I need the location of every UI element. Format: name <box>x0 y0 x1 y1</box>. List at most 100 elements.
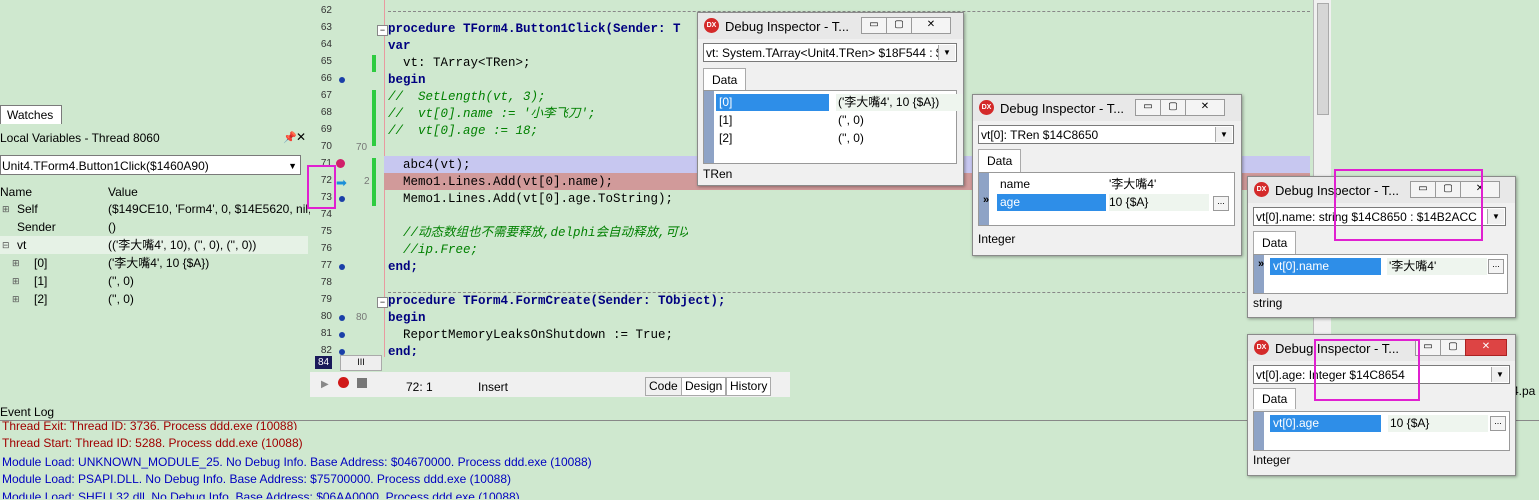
grid-value: ('李大嘴4', 10 {$A}) <box>836 94 963 111</box>
tab-design[interactable]: Design <box>681 377 727 396</box>
breakpoint-dot-icon[interactable] <box>339 264 345 270</box>
code-line[interactable]: procedure TForm4.Button1Click(Sender: T <box>388 21 681 38</box>
code-line[interactable]: vt: TArray<TRen>; <box>388 55 531 72</box>
var-value: ('', 0) <box>108 292 134 306</box>
local-variables-title: Local Variables - Thread 8060 <box>0 131 160 145</box>
minimize-button[interactable]: ▭ <box>861 17 887 34</box>
local-var-row[interactable]: ⊞ [0] ('李大嘴4', 10 {$A}) <box>0 254 308 272</box>
scrollbar-thumb[interactable] <box>1317 3 1329 115</box>
breakpoint-icon[interactable] <box>336 159 345 168</box>
maximize-button[interactable]: ▢ <box>1160 99 1186 116</box>
grid-row[interactable]: name '李大嘴4' <box>997 176 1232 193</box>
expression-value: vt: System.TArray<Unit4.TRen> $18F544 : … <box>706 46 950 60</box>
grid-row[interactable]: [1] ('', 0) <box>716 112 954 129</box>
tree-expand-icon[interactable]: ⊞ <box>12 290 20 308</box>
inspector-grid[interactable]: vt[0].age 10 {$A}... <box>1253 411 1510 451</box>
tree-expand-icon[interactable]: ⊞ <box>2 200 10 218</box>
code-line[interactable]: Memo1.Lines.Add(vt[0].name); <box>388 174 613 191</box>
tab-data[interactable]: Data <box>1253 231 1297 254</box>
fold-toggle-icon[interactable]: − <box>377 25 388 36</box>
tab-watches[interactable]: Watches <box>0 105 62 124</box>
ellipsis-button[interactable]: ... <box>1490 416 1506 431</box>
code-line[interactable]: // vt[0].name := '小李飞刀'; <box>388 106 596 123</box>
column-value-header[interactable]: Value <box>108 185 138 199</box>
code-line[interactable]: // SetLength(vt, 3); <box>388 89 546 106</box>
local-var-row[interactable]: ⊞ [1] ('', 0) <box>0 272 308 290</box>
local-var-row[interactable]: ⊞ Self ($149CE10, 'Form4', 0, $14E5620, ni… <box>0 200 321 218</box>
tab-code[interactable]: Code <box>645 377 682 396</box>
code-line[interactable]: Memo1.Lines.Add(vt[0].age.ToString); <box>388 191 673 208</box>
record-icon[interactable] <box>338 377 349 388</box>
inspector-grid[interactable]: [0] ('李大嘴4', 10 {$A}) [1] ('', 0) [2] ('', … <box>703 90 963 164</box>
code-line[interactable]: procedure TForm4.FormCreate(Sender: TObj… <box>388 293 726 310</box>
code-line[interactable]: // vt[0].age := 18; <box>388 123 538 140</box>
line-number: 76 <box>320 243 332 254</box>
local-var-row[interactable]: ⊞ [2] ('', 0) <box>0 290 308 308</box>
local-var-row[interactable]: ⊟ vt (('李大嘴4', 10), ('', 0), ('', 0)) <box>0 236 308 254</box>
code-line[interactable]: ReportMemoryLeaksOnShutdown := True; <box>388 327 673 344</box>
inspector-grid[interactable]: name '李大嘴4' age 10 {$A}... » <box>978 172 1235 226</box>
inspector-type-status: Integer <box>1253 453 1291 467</box>
tree-collapse-icon[interactable]: ⊟ <box>2 236 10 254</box>
tree-expand-icon[interactable]: ⊞ <box>12 272 20 290</box>
cursor-position: 72: 1 <box>406 380 433 394</box>
stack-frame-select[interactable]: Unit4.TForm4.Button1Click($1460A90) ▼ <box>0 155 301 175</box>
grid-row[interactable]: vt[0].age 10 {$A}... <box>1270 415 1507 432</box>
ellipsis-button[interactable]: ... <box>1213 196 1229 211</box>
tree-expand-icon[interactable]: ⊞ <box>12 254 20 272</box>
grid-row[interactable]: [0] ('李大嘴4', 10 {$A}) <box>716 94 963 111</box>
close-button[interactable]: ✕ <box>1465 339 1507 356</box>
chevron-down-icon[interactable]: ▼ <box>1487 209 1504 224</box>
code-line[interactable]: end; <box>388 259 418 276</box>
fold-toggle-icon[interactable]: − <box>377 297 388 308</box>
grid-row[interactable]: age 10 {$A}... <box>997 194 1232 211</box>
grid-value: ('', 0) <box>838 131 864 145</box>
play-icon[interactable]: ▶ <box>321 379 329 390</box>
event-log-line: Module Load: SHELL32.dll. No Debug Info.… <box>2 490 520 499</box>
inspector-expression-combo[interactable]: vt: System.TArray<Unit4.TRen> $18F544 : … <box>703 43 957 62</box>
code-line[interactable]: var <box>388 38 411 55</box>
breakpoint-dot-icon[interactable] <box>339 196 345 202</box>
window-titlebar[interactable]: DX Debug Inspector - T... ▭ ▢ ✕ <box>698 13 963 39</box>
tab-data[interactable]: Data <box>1253 388 1297 409</box>
breakpoint-dot-icon[interactable] <box>339 77 345 83</box>
tab-history[interactable]: History <box>726 377 772 396</box>
highlight-annotation-box <box>1334 169 1483 241</box>
pin-icon[interactable]: 📌 <box>283 131 297 144</box>
grid-row[interactable]: vt[0].name '李大嘴4'... <box>1270 258 1505 275</box>
code-line[interactable]: //动态数组也不需要释放,delphi会自动释放,可以看下面的汇编截图,与接口的… <box>388 225 688 242</box>
tab-data[interactable]: Data <box>978 149 1022 172</box>
breakpoint-dot-icon[interactable] <box>339 315 345 321</box>
code-line[interactable]: //ip.Free; <box>388 242 478 259</box>
local-var-row[interactable]: Sender () <box>0 218 308 236</box>
window-titlebar[interactable]: DX Debug Inspector - T... ▭ ▢ ✕ <box>973 95 1241 121</box>
chevron-down-icon[interactable]: ▼ <box>1215 127 1232 142</box>
ellipsis-button[interactable]: ... <box>1488 259 1504 274</box>
code-line[interactable]: abc4(vt); <box>388 157 471 174</box>
var-name: Self <box>17 202 38 216</box>
stop-icon[interactable] <box>357 378 367 388</box>
debug-inspector-window[interactable]: DX Debug Inspector - T... ▭ ▢ ✕ vt: Syst… <box>697 12 964 186</box>
debug-inspector-window[interactable]: DX Debug Inspector - T... ▭ ▢ ✕ vt[0]: T… <box>972 94 1242 256</box>
horizontal-scroll-thumb[interactable]: III <box>340 355 382 371</box>
close-button[interactable]: ✕ <box>1185 99 1225 116</box>
grid-key: [0] <box>716 94 829 111</box>
breakpoint-dot-icon[interactable] <box>339 332 345 338</box>
inspector-expression-combo[interactable]: vt[0]: TRen $14C8650 ▼ <box>978 125 1234 144</box>
tab-data[interactable]: Data <box>703 68 747 91</box>
var-name: Sender <box>17 220 56 234</box>
maximize-button[interactable]: ▢ <box>886 17 912 34</box>
close-icon[interactable]: ✕ <box>296 130 306 144</box>
chevron-down-icon[interactable]: ▼ <box>1491 367 1508 382</box>
grid-row[interactable]: [2] ('', 0) <box>716 130 954 147</box>
column-name-header[interactable]: Name <box>0 185 32 199</box>
chevron-down-icon[interactable]: ▼ <box>938 45 955 60</box>
gutter-number: 80 <box>356 312 368 323</box>
minimize-button[interactable]: ▭ <box>1135 99 1161 116</box>
code-line[interactable]: end; <box>388 344 418 356</box>
inspector-grid[interactable]: » vt[0].name '李大嘴4'... <box>1253 254 1508 294</box>
code-line[interactable]: begin <box>388 72 426 89</box>
close-button[interactable]: ✕ <box>911 17 951 34</box>
code-line[interactable]: begin <box>388 310 426 327</box>
maximize-button[interactable]: ▢ <box>1440 339 1466 356</box>
